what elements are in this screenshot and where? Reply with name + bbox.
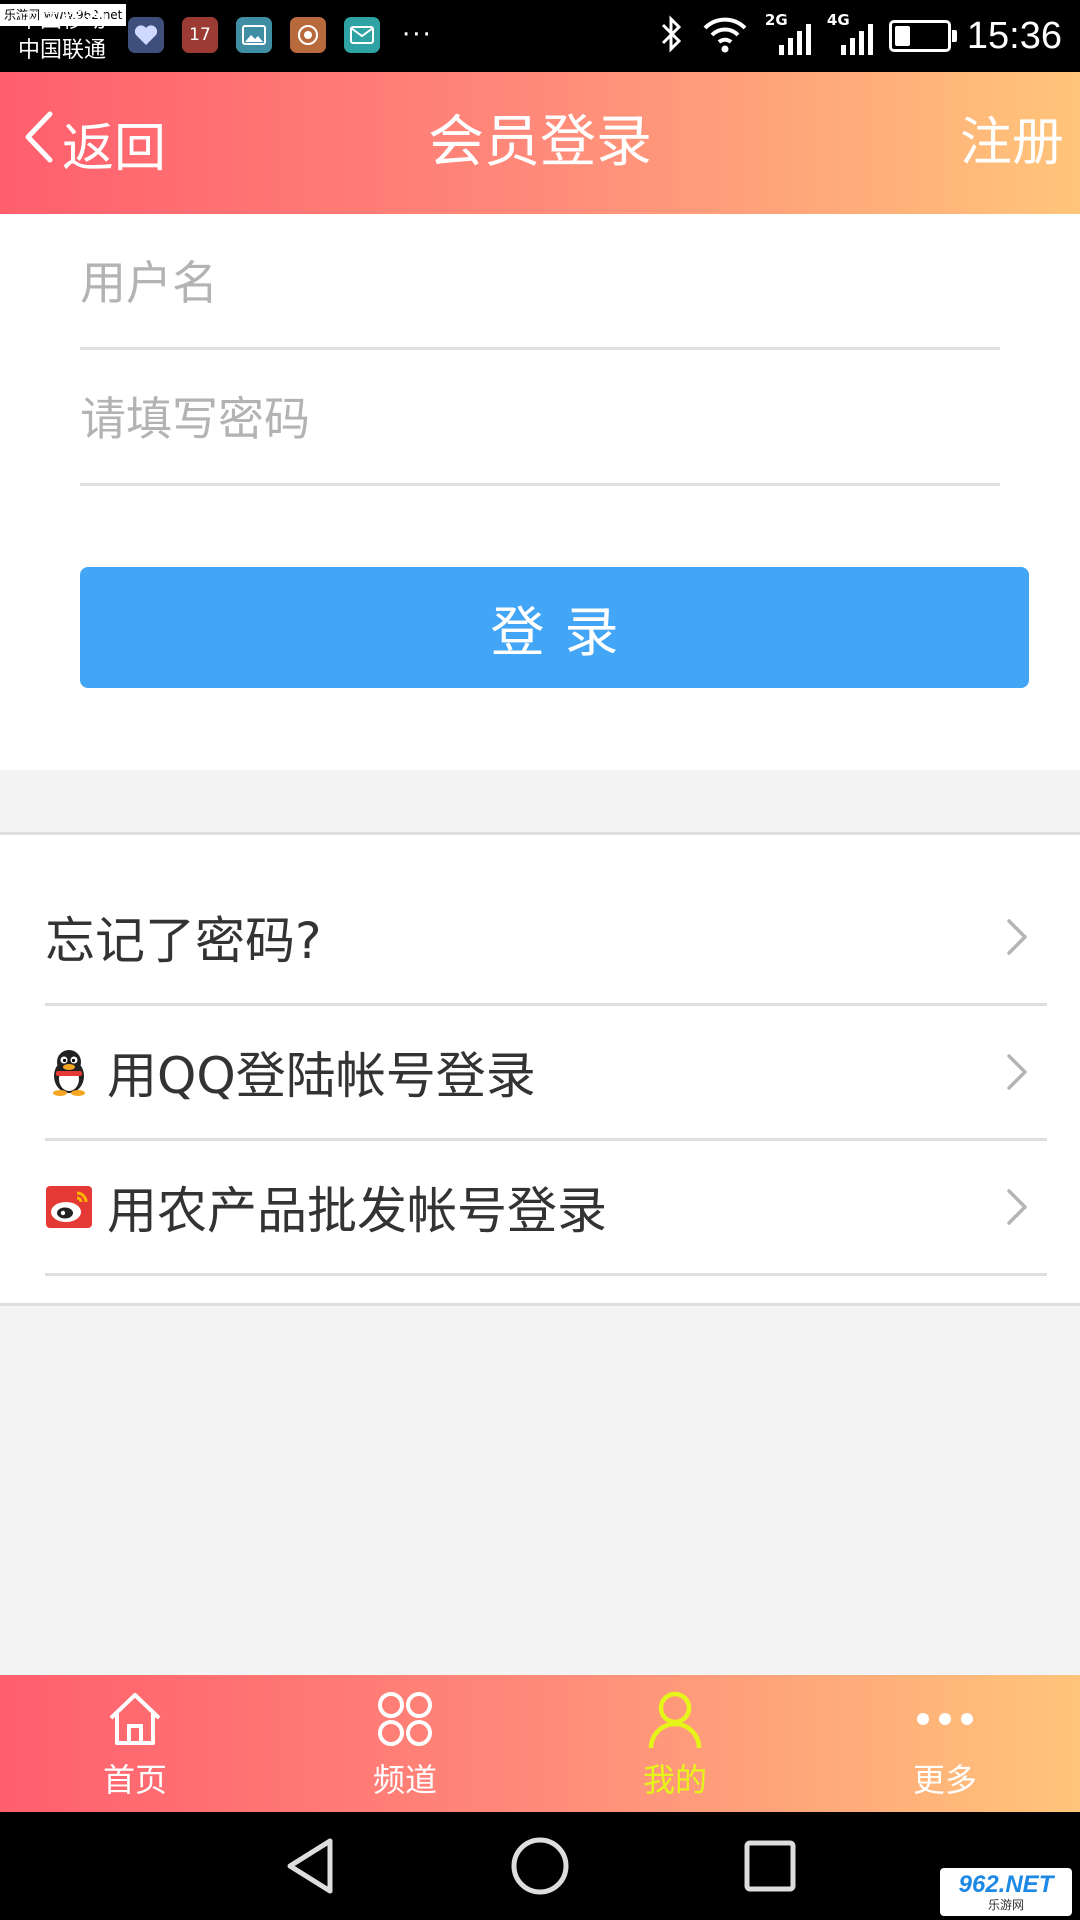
gallery-icon — [236, 17, 272, 53]
tab-channels-label: 频道 — [372, 1760, 437, 1799]
back-label: 返回 — [62, 118, 167, 179]
tab-more-label: 更多 — [912, 1760, 977, 1799]
system-nav-bar: 962.NET 乐游网 — [0, 1812, 1080, 1920]
username-field-wrapper — [80, 214, 1000, 350]
notification-icons: 17 ··· — [128, 17, 433, 53]
site-logo-text: 962.NET — [958, 1871, 1054, 1898]
weibo-icon — [45, 1183, 93, 1231]
forgot-password-label: 忘记了密码? — [45, 912, 322, 970]
tab-mine-label: 我的 — [642, 1760, 707, 1799]
nav-home-icon[interactable] — [505, 1831, 575, 1901]
chevron-left-icon — [22, 110, 56, 177]
tab-home[interactable]: 首页 — [0, 1675, 270, 1812]
login-options-list: 忘记了密码? 用QQ登陆帐号登录 用农产品批发帐号登录 — [0, 832, 1080, 1306]
qq-penguin-icon — [45, 1048, 93, 1096]
battery-level — [894, 26, 910, 46]
health-icon — [128, 17, 164, 53]
carrier-2: 中国联通 — [18, 38, 107, 63]
site-logo: 962.NET 乐游网 — [940, 1868, 1072, 1916]
login-button[interactable]: 登录 — [80, 567, 1029, 688]
chevron-right-icon — [987, 1042, 1047, 1102]
signal-2g-icon: 2G — [765, 11, 811, 59]
status-bar: 乐游网 www.962.net 中国移动 中国联通 17 ··· 2G 4G 1… — [0, 0, 1080, 72]
bluetooth-icon — [659, 14, 685, 58]
person-icon — [643, 1687, 707, 1751]
chevron-right-icon — [987, 1177, 1047, 1237]
camera-icon — [290, 17, 326, 53]
more-notifications-icon: ··· — [402, 20, 433, 50]
bottom-tab-bar: 首页 频道 我的 更多 — [0, 1675, 1080, 1812]
clock: 15:36 — [966, 14, 1062, 57]
wifi-icon — [701, 14, 749, 58]
login-form: 登录 — [0, 214, 1080, 770]
mail-icon — [344, 17, 380, 53]
app-header: 返回 会员登录 注册 — [0, 72, 1080, 214]
register-button[interactable]: 注册 — [960, 72, 1064, 214]
chevron-right-icon — [987, 907, 1047, 967]
home-icon — [103, 1687, 167, 1751]
calendar-day: 17 — [189, 25, 211, 45]
signal-4g-icon: 4G — [827, 11, 873, 59]
tab-home-label: 首页 — [102, 1760, 167, 1799]
back-button[interactable]: 返回 — [22, 72, 166, 214]
password-field-wrapper — [80, 350, 1000, 486]
nav-recents-icon[interactable] — [735, 1831, 805, 1901]
calendar-icon: 17 — [182, 17, 218, 53]
status-right: 2G 4G 15:36 — [659, 0, 1062, 72]
password-input[interactable] — [80, 350, 1000, 483]
qq-login-label: 用QQ登陆帐号登录 — [107, 1047, 536, 1105]
forgot-password-item[interactable]: 忘记了密码? — [45, 871, 1047, 1006]
tab-mine[interactable]: 我的 — [540, 1675, 810, 1812]
grid-icon — [373, 1687, 437, 1751]
username-input[interactable] — [80, 214, 1000, 347]
agri-wholesale-login-label: 用农产品批发帐号登录 — [107, 1182, 607, 1240]
site-logo-subtext: 乐游网 — [987, 1898, 1024, 1912]
tab-channels[interactable]: 频道 — [270, 1675, 540, 1812]
battery-icon — [888, 20, 957, 52]
more-dots-icon — [913, 1687, 977, 1751]
tab-more[interactable]: 更多 — [810, 1675, 1080, 1812]
nav-back-icon[interactable] — [275, 1831, 345, 1901]
qq-login-item[interactable]: 用QQ登陆帐号登录 — [45, 1006, 1047, 1141]
carrier-info: 中国移动 中国联通 — [18, 6, 106, 66]
carrier-1: 中国移动 — [18, 8, 107, 33]
agri-wholesale-login-item[interactable]: 用农产品批发帐号登录 — [45, 1141, 1047, 1276]
